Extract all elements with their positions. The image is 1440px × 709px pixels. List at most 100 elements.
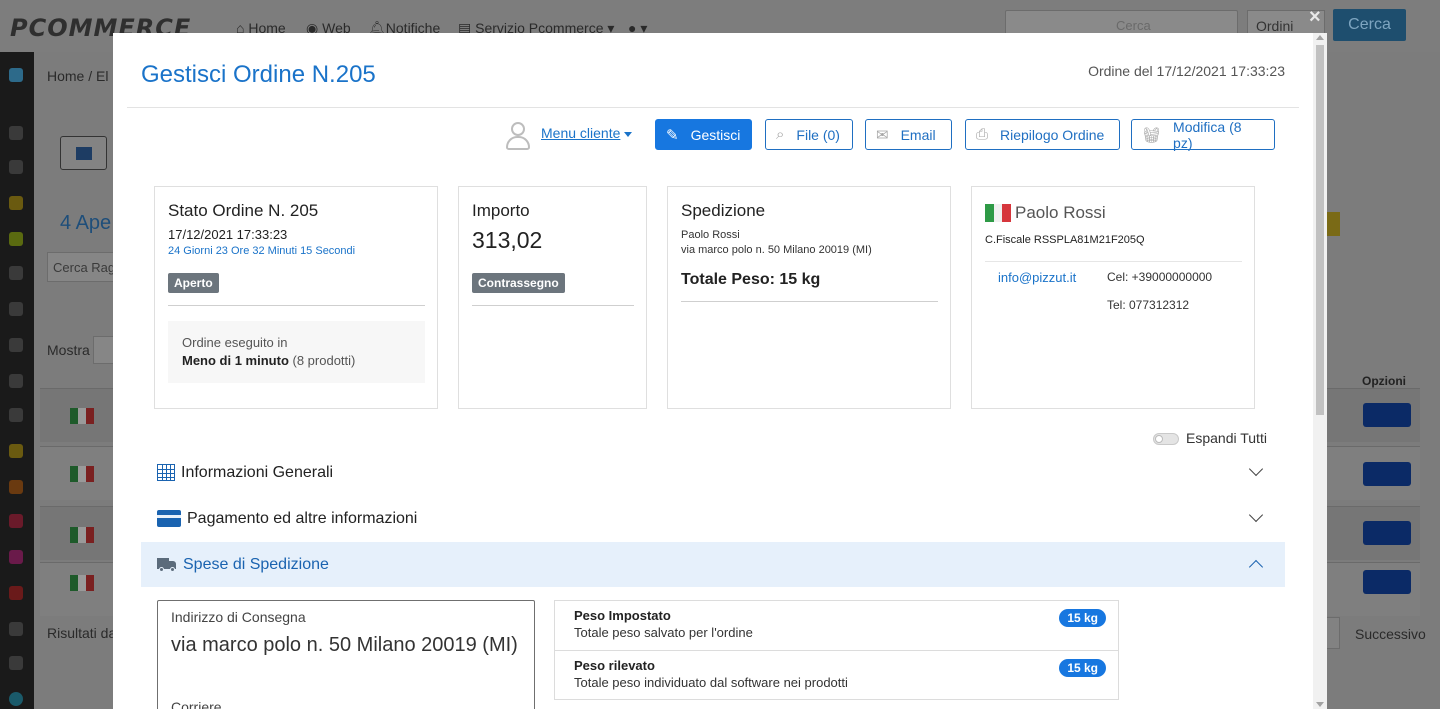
status-badge: Aperto <box>168 273 219 293</box>
archive-icon <box>76 147 92 160</box>
riepilogo-ordine-button[interactable]: ⎙ Riepilogo Ordine <box>965 119 1120 150</box>
espandi-tutti-label: Espandi Tutti <box>1186 430 1267 446</box>
order-datetime: 17/12/2021 17:33:23 <box>168 227 288 242</box>
truck-icon[interactable] <box>9 232 23 246</box>
execution-value: Meno di 1 minuto (8 prodotti) <box>182 353 356 368</box>
accordion-title: Spese di Spedizione <box>183 555 329 573</box>
document-icon[interactable] <box>9 196 23 210</box>
modal-title: Gestisci Ordine N.205 <box>141 61 376 88</box>
email-button[interactable]: ✉ Email <box>865 119 952 150</box>
calendar-icon[interactable] <box>9 514 23 528</box>
envelope-icon: ✉ <box>876 126 889 144</box>
indirizzo-consegna-value: via marco polo n. 50 Milano 20019 (MI) <box>171 634 518 656</box>
flag-icon <box>70 408 94 424</box>
execution-info: Ordine eseguito in Meno di 1 minuto (8 p… <box>168 321 425 383</box>
customer-name: Paolo Rossi <box>1015 203 1106 222</box>
importo-card: Importo 313,02 Contrassegno <box>458 186 647 409</box>
chart-icon[interactable] <box>9 692 23 706</box>
next-page-link[interactable]: Successivo <box>1355 626 1426 642</box>
chevron-down-icon <box>1248 461 1264 477</box>
pagination-box[interactable] <box>1326 617 1340 649</box>
breadcrumb[interactable]: Home / El <box>47 68 108 84</box>
gestisci-button[interactable]: ✎ Gestisci <box>655 119 752 150</box>
peso-totale: Totale Peso: 15 kg <box>681 271 821 288</box>
wrench-icon[interactable] <box>9 160 23 174</box>
accordion-spese-spedizione[interactable]: Spese di Spedizione <box>141 542 1285 587</box>
stato-ordine-card: Stato Ordine N. 205 17/12/2021 17:33:23 … <box>154 186 438 409</box>
section-title: 4 Ape <box>60 212 112 234</box>
filter-input[interactable]: Cerca Rag <box>47 252 117 282</box>
map-pin-icon[interactable] <box>9 302 23 316</box>
customer-email-link[interactable]: info@pizzut.it <box>998 270 1076 285</box>
pencil-icon: ✎ <box>666 126 679 144</box>
modifica-button[interactable]: 🧺︎ Modifica (8 pz) <box>1131 119 1275 151</box>
spedizione-address: Paolo Rossi via marco polo n. 50 Milano … <box>681 229 872 256</box>
corriere-label: Corriere <box>171 699 222 709</box>
row-options-button[interactable] <box>1363 403 1411 427</box>
shop-icon[interactable] <box>9 266 23 280</box>
execution-label: Ordine eseguito in <box>182 335 288 350</box>
clock-icon[interactable] <box>9 338 23 352</box>
file-icon[interactable] <box>9 480 23 494</box>
archive-button[interactable] <box>60 136 107 170</box>
lock-icon-2[interactable] <box>9 656 23 670</box>
chevron-up-icon <box>1248 559 1264 575</box>
indirizzo-consegna-field[interactable]: Indirizzo di Consegna via marco polo n. … <box>157 600 535 709</box>
modal-scrollbar[interactable] <box>1313 33 1327 709</box>
mail-icon[interactable] <box>9 586 23 600</box>
flag-icon <box>70 466 94 482</box>
spedizione-title: Spedizione <box>681 201 766 220</box>
divider <box>681 301 938 302</box>
list-item: Peso Impostato Totale peso salvato per l… <box>555 601 1118 650</box>
download-icon[interactable] <box>9 408 23 422</box>
truck-icon <box>157 557 177 572</box>
peso-list: Peso Impostato Totale peso salvato per l… <box>554 600 1119 700</box>
payment-badge: Contrassegno <box>472 273 565 293</box>
basket-icon: 🧺︎ <box>1142 126 1162 144</box>
menu-cliente-link[interactable]: Menu cliente <box>541 125 633 141</box>
order-modal: Gestisci Ordine N.205 Ordine del 17/12/2… <box>113 33 1327 709</box>
divider <box>168 305 425 306</box>
accordion-pagamento[interactable]: Pagamento ed altre informazioni <box>141 496 1285 541</box>
peso-title: Peso Impostato <box>574 608 671 623</box>
order-date: Ordine del 17/12/2021 17:33:23 <box>1088 63 1285 79</box>
peso-badge: 15 kg <box>1059 609 1106 627</box>
sidebar <box>0 52 34 709</box>
row-options-button[interactable] <box>1363 521 1411 545</box>
results-label: Risultati da <box>47 625 117 641</box>
credit-card-icon <box>157 510 181 527</box>
accordion-title: Pagamento ed altre informazioni <box>187 509 418 527</box>
cliente-card: Paolo Rossi C.Fiscale RSSPLA81M21F205Q i… <box>971 186 1255 409</box>
menu-icon[interactable] <box>9 68 23 82</box>
elapsed-time: 24 Giorni 23 Ore 32 Minuti 15 Secondi <box>168 245 356 257</box>
menu-cliente[interactable]: Menu cliente <box>505 121 633 151</box>
delivery-icon[interactable] <box>9 374 23 388</box>
status-badge <box>1326 212 1340 236</box>
accordion-informazioni-generali[interactable]: Informazioni Generali <box>141 450 1285 495</box>
modal-close-button[interactable]: × <box>1309 6 1321 29</box>
codice-fiscale: C.Fiscale RSSPLA81M21F205Q <box>985 234 1145 246</box>
options-header: Opzioni <box>1362 374 1406 388</box>
peso-description: Totale peso salvato per l'ordine <box>574 625 753 640</box>
file-button[interactable]: ⌕ File (0) <box>765 119 853 150</box>
bag-icon[interactable] <box>9 444 23 458</box>
table-icon <box>157 464 175 481</box>
page-size-select[interactable] <box>93 336 115 364</box>
scroll-down-icon[interactable] <box>1316 702 1324 707</box>
search-button[interactable]: Cerca <box>1333 9 1406 41</box>
scrollbar-thumb[interactable] <box>1316 45 1324 415</box>
lock-icon[interactable] <box>9 126 23 140</box>
peso-badge: 15 kg <box>1059 659 1106 677</box>
row-options-button[interactable] <box>1363 570 1411 594</box>
scroll-up-icon[interactable] <box>1316 35 1324 40</box>
indirizzo-consegna-label: Indirizzo di Consegna <box>171 609 306 625</box>
gift-icon[interactable] <box>9 550 23 564</box>
printer-icon: ⎙ <box>976 126 989 143</box>
row-options-button[interactable] <box>1363 462 1411 486</box>
divider <box>472 305 634 306</box>
customer-cel: Cel: +39000000000 <box>1107 270 1213 284</box>
italy-flag-icon <box>985 204 1012 222</box>
pencil-icon[interactable] <box>9 622 23 636</box>
espandi-tutti-toggle[interactable] <box>1153 433 1179 445</box>
peso-title: Peso rilevato <box>574 658 655 673</box>
